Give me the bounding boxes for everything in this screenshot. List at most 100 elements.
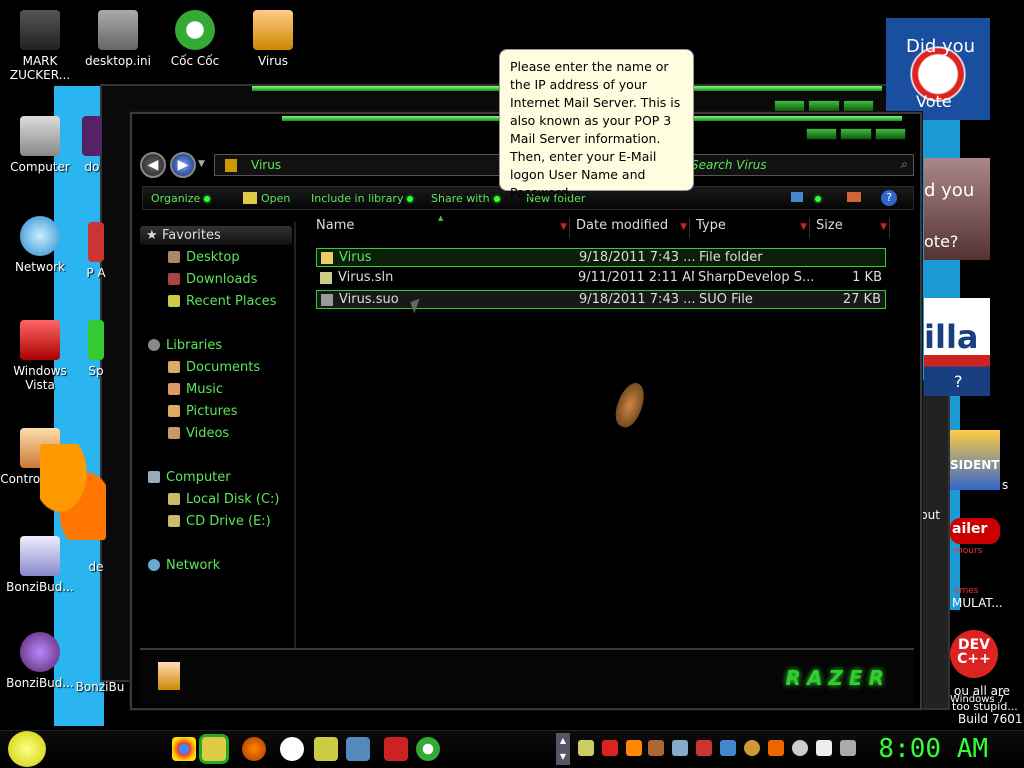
search-input[interactable]: Search Virus ⌕ — [680, 154, 914, 176]
window-controls[interactable] — [806, 128, 906, 140]
desktop-icon-de[interactable]: de — [76, 560, 116, 574]
nav-libraries[interactable]: Libraries — [148, 338, 222, 353]
app-icon — [82, 116, 102, 156]
recent-places-icon — [168, 295, 180, 307]
coccoc-icon[interactable] — [416, 737, 440, 761]
desktop-icon-pa[interactable]: P A — [76, 222, 116, 280]
libraries-icon — [148, 339, 160, 351]
desktop-icon-virus[interactable]: Virus — [233, 10, 313, 68]
desktop-icon-bonzibuddy-2[interactable]: BonziBud... — [0, 632, 80, 690]
column-header-name[interactable]: Name ▼ — [312, 218, 570, 238]
generic-file-icon — [321, 294, 333, 306]
butterfly-tray-icon[interactable] — [626, 740, 642, 756]
desktop-icon-do[interactable]: do — [72, 116, 112, 174]
open-button[interactable]: Open — [243, 192, 290, 205]
tray-expand-icon[interactable]: ▲ ▼ — [556, 733, 570, 765]
nav-recent-places[interactable]: Recent Places — [168, 294, 276, 309]
share-with-button[interactable]: Share with — [431, 192, 500, 205]
nav-desktop[interactable]: Desktop — [168, 250, 240, 265]
desktop-icon-windows-vista[interactable]: Windows Vista — [0, 320, 80, 392]
obama-poster-1[interactable]: Did you Vote — [886, 18, 990, 120]
nav-computer[interactable]: Computer — [148, 470, 231, 485]
desktop-icon-computer[interactable]: Computer — [0, 116, 80, 174]
maximize-button[interactable] — [840, 128, 872, 140]
red-app-icon[interactable] — [384, 737, 408, 761]
chrome-icon[interactable] — [172, 737, 196, 761]
orange-tray-icon[interactable] — [768, 740, 784, 756]
network-tray-icon[interactable] — [672, 740, 688, 756]
desktop-icon-bonzibuddy-1[interactable]: BonziBud... — [0, 536, 80, 594]
nav-local-disk[interactable]: Local Disk (C:) — [168, 492, 279, 507]
nav-cd-drive[interactable]: CD Drive (E:) — [168, 514, 271, 529]
person-icon — [20, 10, 60, 50]
obama-poster-2[interactable]: d you ote? — [924, 158, 990, 260]
background-window-right[interactable] — [920, 380, 950, 710]
network-globe-icon — [20, 216, 60, 256]
desktop-icon-coc-coc[interactable]: Cốc Cốc — [155, 10, 235, 68]
back-button[interactable]: ◀ — [140, 152, 166, 178]
desktop-icon-desktop-ini[interactable]: desktop.ini — [78, 10, 158, 68]
recent-pages-chevron-icon[interactable]: ▼ — [198, 159, 205, 169]
yandex-icon[interactable] — [280, 737, 304, 761]
yellow-character-icon[interactable] — [314, 737, 338, 761]
shortcut-icon — [20, 536, 60, 576]
desktop-icon-mark-zucker[interactable]: MARK ZUCKER... — [0, 10, 80, 82]
minimize-button[interactable] — [806, 128, 838, 140]
mail-server-tooltip: Please enter the name or the IP address … — [499, 49, 694, 200]
computer-icon — [148, 471, 160, 483]
close-button[interactable] — [874, 128, 906, 140]
minus-tray-icon[interactable] — [792, 740, 808, 756]
background-window-controls[interactable] — [774, 100, 874, 112]
trailer-icon[interactable]: ailer — [950, 518, 1000, 544]
desktop-icon-network[interactable]: Network — [0, 216, 80, 274]
window-icon[interactable] — [346, 737, 370, 761]
column-header-size[interactable]: Size ▼ — [812, 218, 890, 238]
hillary-poster[interactable]: illa ? — [924, 298, 990, 396]
nav-pictures[interactable]: Pictures — [168, 404, 237, 419]
file-row-virus-sln[interactable]: Virus.sln 9/11/2011 2:11 AM SharpDevelop… — [316, 269, 886, 288]
help-icon[interactable]: ? — [881, 190, 897, 206]
view-options-icon[interactable] — [791, 192, 821, 205]
organize-button[interactable]: Organize — [151, 192, 211, 205]
sharpdevelop-file-icon — [320, 272, 332, 284]
documents-icon — [168, 361, 180, 373]
nav-music[interactable]: Music — [168, 382, 223, 397]
nav-documents[interactable]: Documents — [168, 360, 260, 375]
folder-icon — [321, 252, 333, 264]
president-icon[interactable]: SIDENT — [950, 430, 1000, 490]
column-header-type[interactable]: Type ▼ — [692, 218, 810, 238]
include-in-library-button[interactable]: Include in library — [311, 192, 414, 205]
firefox-icon[interactable] — [242, 737, 266, 761]
music-icon — [168, 383, 180, 395]
desktop-icon-sp[interactable]: Sp — [76, 320, 116, 378]
nav-downloads[interactable]: Downloads — [168, 272, 257, 287]
network-icon — [148, 559, 160, 571]
preview-pane-icon[interactable] — [847, 192, 861, 205]
flag-tray-icon[interactable] — [816, 740, 832, 756]
forward-button[interactable]: ▶ — [170, 152, 196, 178]
search-icon[interactable]: ⌕ — [900, 157, 907, 172]
bug-tray-icon[interactable] — [648, 740, 664, 756]
nav-favorites[interactable]: ★ Favorites — [140, 226, 292, 245]
bonzi-tray-icon[interactable] — [578, 740, 594, 756]
nav-videos[interactable]: Videos — [168, 426, 229, 441]
search-tray-icon[interactable] — [744, 740, 760, 756]
start-smiley-icon[interactable] — [8, 731, 46, 767]
column-header-date[interactable]: Date modified ▼ — [572, 218, 690, 238]
app-tray-icon[interactable] — [720, 740, 736, 756]
file-row-virus-suo[interactable]: Virus.suo 9/18/2011 7:43 ... SUO File 27… — [316, 290, 886, 309]
red-tray-icon[interactable] — [602, 740, 618, 756]
file-row-virus-folder[interactable]: Virus 9/18/2011 7:43 ... File folder — [316, 248, 886, 267]
purple-gorilla-icon — [20, 632, 60, 672]
desktop-icon-bonzibu-3[interactable]: BonziBu — [70, 680, 130, 694]
videos-icon — [168, 427, 180, 439]
speaker-icon[interactable] — [840, 740, 856, 756]
file-list: ▲ Name ▼ Date modified ▼ Type ▼ Size ▼ Virus… — [300, 214, 918, 654]
dev-cpp-icon[interactable]: DEV C++ — [950, 630, 998, 678]
shield-tray-icon[interactable] — [696, 740, 712, 756]
butterfly-icon — [40, 444, 106, 540]
clock[interactable]: 8:00 AM — [878, 734, 988, 764]
computer-icon — [20, 116, 60, 156]
nav-network[interactable]: Network — [148, 558, 220, 573]
explorer-taskbar-icon[interactable] — [202, 737, 226, 761]
